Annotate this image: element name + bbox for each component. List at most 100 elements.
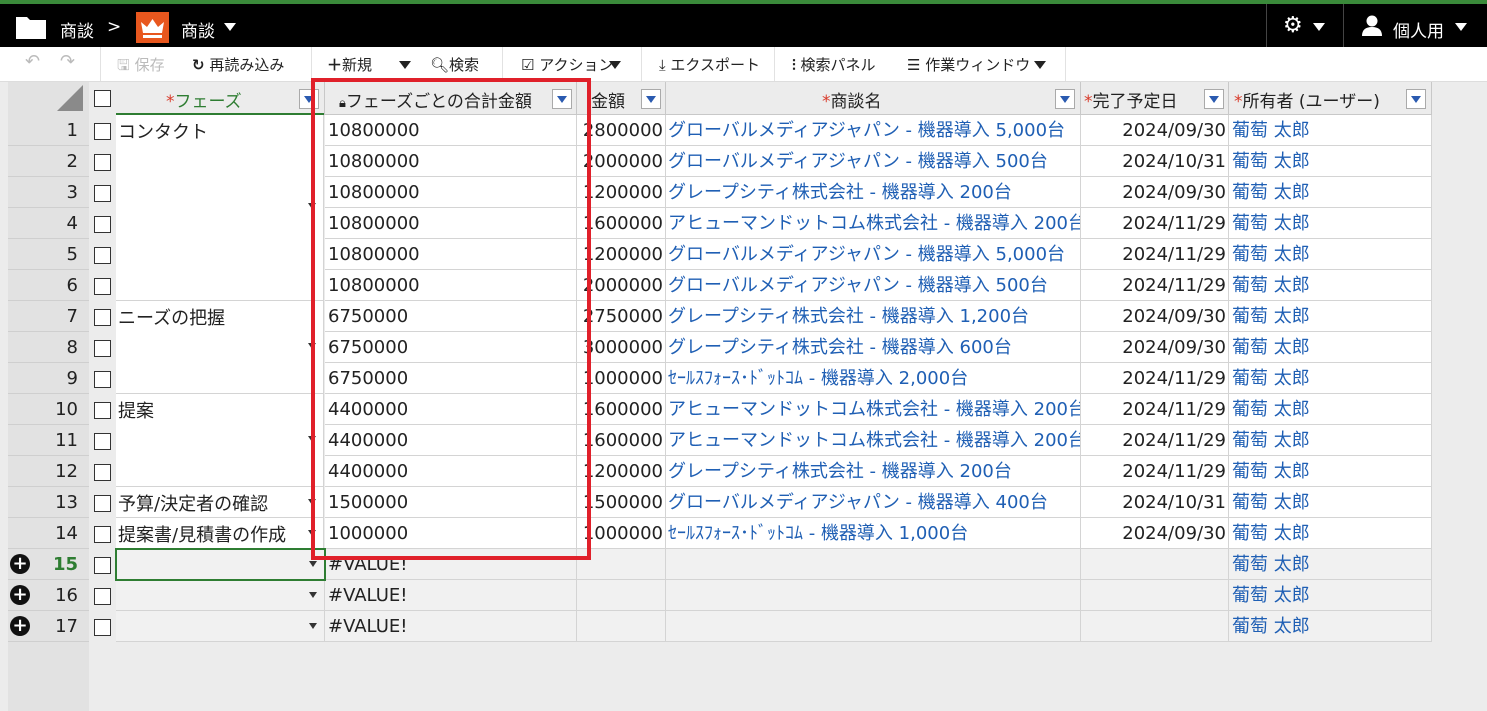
chevron-down-icon[interactable] [1034, 61, 1046, 69]
row-number[interactable]: 13 [8, 487, 89, 518]
close-date-cell[interactable]: 2024/11/29 [1081, 270, 1229, 301]
row-checkbox[interactable] [94, 619, 111, 636]
breadcrumb-root[interactable]: 商談 [60, 17, 94, 42]
export-button[interactable]: ⤓ エクスポート [659, 54, 760, 75]
row-checkbox[interactable] [94, 154, 111, 171]
close-date-cell[interactable]: 2024/11/29 [1081, 456, 1229, 487]
owner-link[interactable]: 葡萄 太郎 [1229, 239, 1432, 270]
owner-link[interactable]: 葡萄 太郎 [1229, 456, 1432, 487]
row-number[interactable]: 9 [8, 363, 89, 394]
column-filter-dropdown[interactable] [1204, 89, 1224, 109]
owner-link[interactable]: 葡萄 太郎 [1229, 580, 1432, 611]
row-checkbox[interactable] [94, 309, 111, 326]
chevron-down-icon[interactable] [1455, 23, 1467, 31]
row-number[interactable]: 10 [8, 394, 89, 425]
opportunity-name-link[interactable]: アヒューマンドットコム株式会社 - 機器導入 200台 [666, 425, 1081, 456]
owner-link[interactable]: 葡萄 太郎 [1229, 363, 1432, 394]
reload-button[interactable]: ↻ 再読み込み [192, 54, 284, 75]
owner-link[interactable]: 葡萄 太郎 [1229, 270, 1432, 301]
row-number[interactable]: 5 [8, 239, 89, 270]
row-checkbox[interactable] [94, 371, 111, 388]
owner-link[interactable]: 葡萄 太郎 [1229, 487, 1432, 518]
phase-cell[interactable]: コンタクト [116, 115, 324, 301]
phase-cell[interactable] [116, 611, 325, 642]
row-number[interactable]: 14 [8, 518, 89, 549]
row-number[interactable]: 1 [8, 115, 89, 146]
close-date-cell[interactable] [1081, 549, 1229, 580]
chevron-down-icon[interactable] [399, 61, 411, 69]
phase-cell[interactable]: 提案 [116, 394, 324, 487]
user-menu[interactable]: 個人用 [1393, 17, 1444, 42]
row-number[interactable]: 11 [8, 425, 89, 456]
close-date-cell[interactable]: 2024/09/30 [1081, 115, 1229, 146]
close-date-cell[interactable]: 2024/10/31 [1081, 487, 1229, 518]
owner-link[interactable]: 葡萄 太郎 [1229, 518, 1432, 549]
row-checkbox[interactable] [94, 464, 111, 481]
column-filter-dropdown[interactable] [1055, 89, 1075, 109]
close-date-cell[interactable]: 2024/11/29 [1081, 208, 1229, 239]
opportunity-name-link[interactable]: ｾｰﾙｽﾌｫｰｽ･ﾄﾞｯﾄｺﾑ - 機器導入 2,000台 [666, 363, 1081, 394]
phase-total-cell[interactable]: #VALUE! [325, 580, 577, 611]
row-number[interactable]: 12 [8, 456, 89, 487]
opportunity-name-link[interactable]: グレープシティ株式会社 - 機器導入 600台 [666, 332, 1081, 363]
owner-link[interactable]: 葡萄 太郎 [1229, 394, 1432, 425]
close-date-cell[interactable]: 2024/09/30 [1081, 332, 1229, 363]
row-number[interactable]: 6 [8, 270, 89, 301]
add-row-icon[interactable]: + [10, 554, 30, 574]
row-checkbox[interactable] [94, 557, 111, 574]
column-filter-dropdown[interactable] [1406, 89, 1426, 109]
close-date-cell[interactable]: 2024/11/29 [1081, 425, 1229, 456]
chevron-down-icon[interactable] [1313, 23, 1325, 31]
close-date-cell[interactable]: 2024/09/30 [1081, 518, 1229, 549]
owner-link[interactable]: 葡萄 太郎 [1229, 301, 1432, 332]
close-date-cell[interactable] [1081, 611, 1229, 642]
opportunity-name-link[interactable]: アヒューマンドットコム株式会社 - 機器導入 200台 [666, 394, 1081, 425]
column-header-name[interactable]: *商談名 [666, 82, 1081, 115]
row-checkbox[interactable] [94, 340, 111, 357]
gear-icon[interactable]: ⚙ [1283, 15, 1303, 37]
close-date-cell[interactable]: 2024/11/29 [1081, 394, 1229, 425]
owner-link[interactable]: 葡萄 太郎 [1229, 115, 1432, 146]
opportunity-name-cell[interactable] [666, 549, 1081, 580]
save-button[interactable]: 🖫 保存 [117, 54, 165, 80]
phase-cell[interactable] [116, 580, 325, 611]
action-button[interactable]: ☑ アクション [521, 54, 614, 75]
row-checkbox[interactable] [94, 402, 111, 419]
opportunity-name-link[interactable]: グレープシティ株式会社 - 機器導入 200台 [666, 456, 1081, 487]
opportunity-name-link[interactable]: グローバルメディアジャパン - 機器導入 5,000台 [666, 115, 1081, 146]
amount-cell[interactable] [577, 580, 666, 611]
opportunity-name-cell[interactable] [666, 580, 1081, 611]
undo-icon[interactable]: ↶ [25, 51, 40, 72]
owner-link[interactable]: 葡萄 太郎 [1229, 177, 1432, 208]
opportunity-name-link[interactable]: グレープシティ株式会社 - 機器導入 200台 [666, 177, 1081, 208]
chevron-down-icon[interactable] [309, 592, 317, 598]
row-checkbox[interactable] [94, 588, 111, 605]
opportunity-name-link[interactable]: グローバルメディアジャパン - 機器導入 500台 [666, 270, 1081, 301]
close-date-cell[interactable] [1081, 580, 1229, 611]
column-header-owner[interactable]: *所有者 (ユーザー) [1229, 82, 1432, 115]
phase-cell[interactable]: 提案書/見積書の作成 [116, 518, 324, 549]
row-number[interactable]: 7 [8, 301, 89, 332]
amount-cell[interactable] [577, 611, 666, 642]
owner-link[interactable]: 葡萄 太郎 [1229, 611, 1432, 642]
close-date-cell[interactable]: 2024/11/29 [1081, 363, 1229, 394]
owner-link[interactable]: 葡萄 太郎 [1229, 332, 1432, 363]
new-button[interactable]: ＋新規 [327, 54, 372, 75]
chevron-down-icon[interactable] [309, 623, 317, 629]
row-checkbox[interactable] [94, 526, 111, 543]
row-checkbox[interactable] [94, 216, 111, 233]
opportunity-name-link[interactable]: グローバルメディアジャパン - 機器導入 500台 [666, 146, 1081, 177]
phase-cell[interactable]: ニーズの把握 [116, 301, 324, 394]
add-row-icon[interactable]: + [10, 616, 30, 636]
row-checkbox[interactable] [94, 185, 111, 202]
row-checkbox[interactable] [94, 495, 111, 512]
search-panel-button[interactable]: ⫶ 検索パネル [792, 54, 876, 75]
opportunity-name-link[interactable]: アヒューマンドットコム株式会社 - 機器導入 200台 [666, 208, 1081, 239]
row-checkbox[interactable] [94, 123, 111, 140]
opportunity-name-link[interactable]: グレープシティ株式会社 - 機器導入 1,200台 [666, 301, 1081, 332]
work-window-button[interactable]: ☰ 作業ウィンドウ [907, 54, 1030, 75]
row-checkbox[interactable] [94, 278, 111, 295]
opportunity-name-link[interactable]: グローバルメディアジャパン - 機器導入 400台 [666, 487, 1081, 518]
close-date-cell[interactable]: 2024/09/30 [1081, 301, 1229, 332]
opportunity-name-link[interactable]: ｾｰﾙｽﾌｫｰｽ･ﾄﾞｯﾄｺﾑ - 機器導入 1,000台 [666, 518, 1081, 549]
